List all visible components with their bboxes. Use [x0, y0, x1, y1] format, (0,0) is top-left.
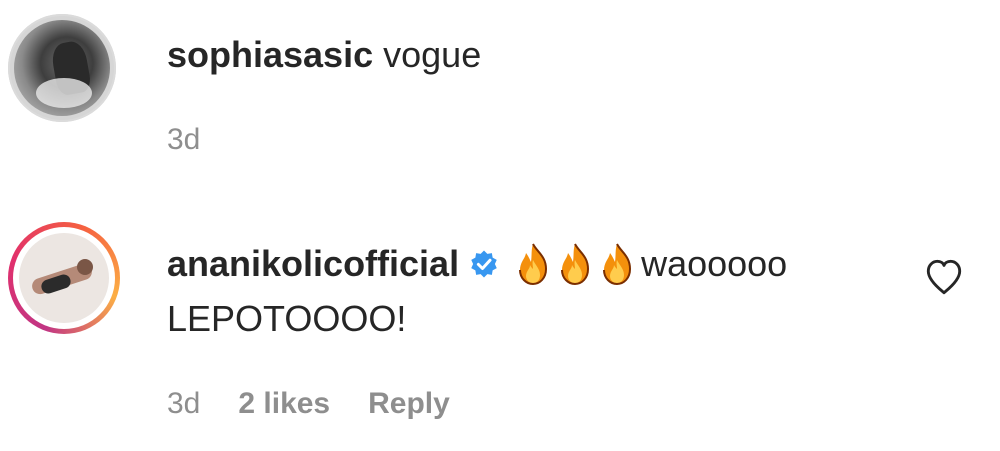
- comment-username[interactable]: sophiasasic: [167, 34, 373, 75]
- comment-meta: 3d: [167, 122, 200, 158]
- avatar[interactable]: [8, 14, 116, 122]
- comment-body: waooooo: [641, 243, 788, 284]
- likes-count-button[interactable]: 2 likes: [238, 386, 330, 422]
- comment-meta: 3d 2 likes Reply: [167, 386, 450, 422]
- fire-emoji-icon: [603, 243, 632, 286]
- comment-text: ananikolicofficial waooooo: [167, 242, 787, 286]
- avatar-with-story-ring[interactable]: [8, 222, 120, 334]
- verified-badge-icon: [471, 250, 497, 278]
- comment-text: sophiasasic vogue: [167, 34, 481, 76]
- emoji-group: [513, 242, 637, 286]
- comment-body: vogue: [383, 34, 482, 75]
- fire-emoji-icon: [561, 243, 590, 286]
- comments-section: sophiasasic vogue 3d ananikolicofficial: [0, 0, 1000, 451]
- avatar-photo: [19, 233, 109, 323]
- avatar-photo: [14, 20, 110, 116]
- comment-timestamp[interactable]: 3d: [167, 123, 200, 156]
- comment-username[interactable]: ananikolicofficial: [167, 243, 459, 285]
- heart-icon[interactable]: [924, 258, 964, 296]
- reply-button[interactable]: Reply: [368, 386, 450, 422]
- comment-body-line-2: LEPOTOOOO!: [167, 298, 407, 339]
- comment-timestamp[interactable]: 3d: [167, 386, 200, 422]
- fire-emoji-icon: [519, 243, 548, 286]
